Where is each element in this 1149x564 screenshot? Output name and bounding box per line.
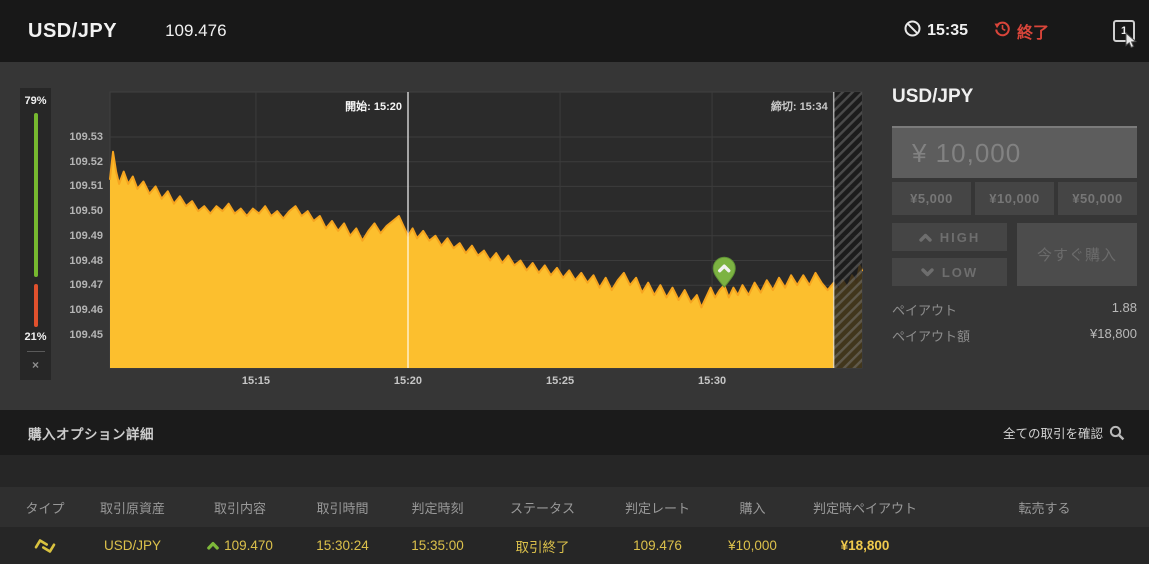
col-resell: 転売する [1018,500,1071,516]
cutoff-time: 15:35 [927,22,968,39]
gauge-divider [26,351,45,352]
col-purchase: 購入 [739,500,766,516]
high-bar [33,113,38,277]
amount-value: ¥ 10,000 [912,137,1022,168]
buy-now-button[interactable]: 今すぐ購入 [1017,223,1137,286]
col-status: ステータス [509,500,575,516]
low-button[interactable]: LOW [892,258,1007,286]
history-icon [994,20,1011,42]
history-section-title: 購入オプション詳細 [28,426,154,442]
col-type: タイプ [25,500,65,516]
payout-amount-label: ペイアウト額 [892,329,971,344]
no-entry-icon [904,20,921,42]
price-chart [109,91,863,369]
low-bar [33,283,38,327]
low-icon [921,267,934,276]
col-payout: 判定時ペイアウト [812,500,917,516]
amount-input[interactable]: ¥ 10,000 [892,126,1137,178]
row-trade-time: 15:30:24 [316,538,369,553]
high-button-label: HIGH [939,229,981,245]
x-axis-tick-label: 15:15 [241,375,271,387]
col-decision-time: 判定時刻 [411,500,464,516]
view-all-trades-link[interactable]: 全ての取引を確認 [1003,423,1125,442]
open-time-label: 開始: 15:20 [345,101,402,113]
col-contents: 取引内容 [213,500,266,516]
col-asset: 取引原資産 [99,500,165,516]
low-button-label: LOW [941,264,979,280]
col-trade-time: 取引時間 [316,500,369,516]
row-decision-rate: 109.476 [633,538,682,553]
row-asset: USD/JPY [103,538,161,553]
view-all-label: 全ての取引を確認 [1002,427,1103,441]
payout-amount-value: ¥18,800 [1090,326,1137,341]
preset-50000-button[interactable]: ¥50,000 [1058,182,1137,215]
window-count-icon[interactable]: 1 [1113,20,1138,49]
preset-10000-button[interactable]: ¥10,000 [975,182,1054,215]
direction-high-icon [207,542,219,550]
high-button[interactable]: HIGH [892,223,1007,251]
trade-table: タイプ 取引原資産 取引内容 取引時間 判定時刻 ステータス 判定レート 購入 … [0,487,1149,564]
x-axis-tick-label: 15:25 [545,375,575,387]
row-status: 取引終了 [515,539,570,555]
mouse-cursor-icon [1125,31,1138,52]
panel-symbol-title: USD/JPY [892,86,974,107]
low-percentage: 21% [24,331,47,343]
table-header-row: タイプ 取引原資産 取引内容 取引時間 判定時刻 ステータス 判定レート 購入 … [0,487,1149,527]
col-decision-rate: 判定レート [624,500,690,516]
search-icon [1109,425,1125,440]
main-area: 109.53 109.52 109.51 109.50 109.49 109.48 109.… [0,62,1149,410]
header-price: 109.476 [165,21,227,40]
row-contents-value: 109.470 [224,538,273,553]
close-time-label: 締切: 15:34 [770,101,828,113]
gauge-close-button[interactable]: × [32,358,39,372]
header-symbol: USD/JPY [28,19,118,42]
row-payout: ¥18,800 [840,538,890,553]
preset-5000-button[interactable]: ¥5,000 [892,182,971,215]
sentiment-bars [33,113,38,327]
history-section: タイプ 取引原資産 取引内容 取引時間 判定時刻 ステータス 判定レート 購入 … [0,455,1149,564]
table-row[interactable]: USD/JPY 109.470 15:30:24 15:35:00 取引終了 1… [0,527,1149,564]
high-percentage: 79% [24,95,47,107]
top-bar: USD/JPY 109.476 15:35 終了 1 [0,0,1149,62]
row-purchase: ¥10,000 [728,538,777,553]
x-axis-tick-label: 15:30 [698,375,727,387]
row-decision-time: 15:35:00 [411,538,464,553]
x-axis-tick-label: 15:20 [393,375,423,387]
turbo-trade-icon [10,534,80,558]
history-header-bar: 購入オプション詳細 全ての取引を確認 [0,410,1149,455]
row-contents: 109.470 [185,538,295,553]
trade-panel: USD/JPY ¥ 10,000 ¥5,000 ¥10,000 ¥50,000 … [892,86,1137,345]
high-icon [919,233,932,242]
payout-label: ペイアウト [892,303,958,318]
sentiment-gauge: 79% 21% × [20,88,51,380]
payout-value: 1.88 [1111,300,1137,315]
end-label: 終了 [1016,25,1049,42]
